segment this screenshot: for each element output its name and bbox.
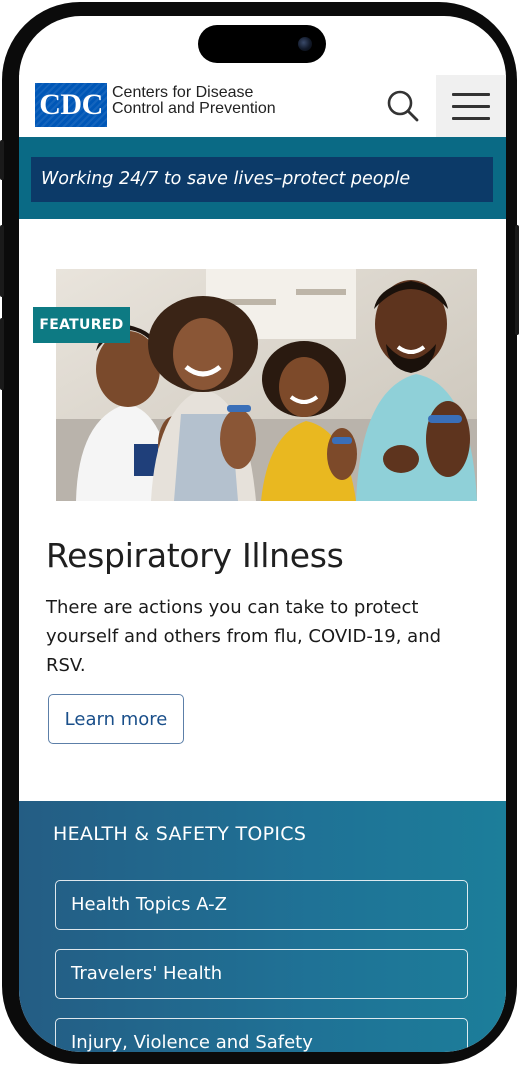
topic-link-injury-violence-safety[interactable]: Injury, Violence and Safety — [55, 1018, 468, 1052]
phone-screen: CDC Centers for Disease Control and Prev… — [19, 16, 506, 1052]
tagline-banner: Working 24/7 to save lives–protect peopl… — [19, 137, 506, 219]
topic-link-travelers-health[interactable]: Travelers' Health — [55, 949, 468, 999]
dynamic-island — [198, 25, 326, 63]
topic-link-health-topics-a-z[interactable]: Health Topics A-Z — [55, 880, 468, 930]
cdc-logo[interactable]: CDC — [35, 83, 107, 127]
learn-more-button[interactable]: Learn more — [48, 694, 184, 744]
family-vaccination-photo — [56, 269, 477, 501]
volume-up-button — [0, 225, 4, 297]
site-header: CDC Centers for Disease Control and Prev… — [19, 75, 506, 137]
tagline-text: Working 24/7 to save lives–protect peopl… — [31, 157, 493, 202]
logo-text: CDC — [39, 88, 103, 121]
front-camera — [298, 37, 312, 51]
topics-heading: HEALTH & SAFETY TOPICS — [53, 823, 307, 845]
org-name-line1: Centers for Disease — [112, 84, 254, 101]
phone-frame: CDC Centers for Disease Control and Prev… — [2, 2, 517, 1064]
search-button[interactable] — [383, 88, 423, 124]
org-name: Centers for Disease Control and Preventi… — [112, 85, 302, 117]
feature-description: There are actions you can take to protec… — [46, 597, 442, 676]
hamburger-menu-button[interactable] — [436, 75, 506, 137]
org-name-line2: Control and Prevention — [112, 100, 276, 117]
health-safety-topics-section: HEALTH & SAFETY TOPICS Health Topics A-Z… — [19, 801, 506, 1052]
power-button — [515, 225, 519, 335]
volume-down-button — [0, 318, 4, 390]
search-icon — [387, 90, 419, 122]
featured-image[interactable] — [56, 269, 477, 501]
silent-switch — [0, 140, 4, 180]
feature-title: Respiratory Illness — [46, 536, 344, 575]
featured-badge: FEATURED — [33, 307, 130, 343]
